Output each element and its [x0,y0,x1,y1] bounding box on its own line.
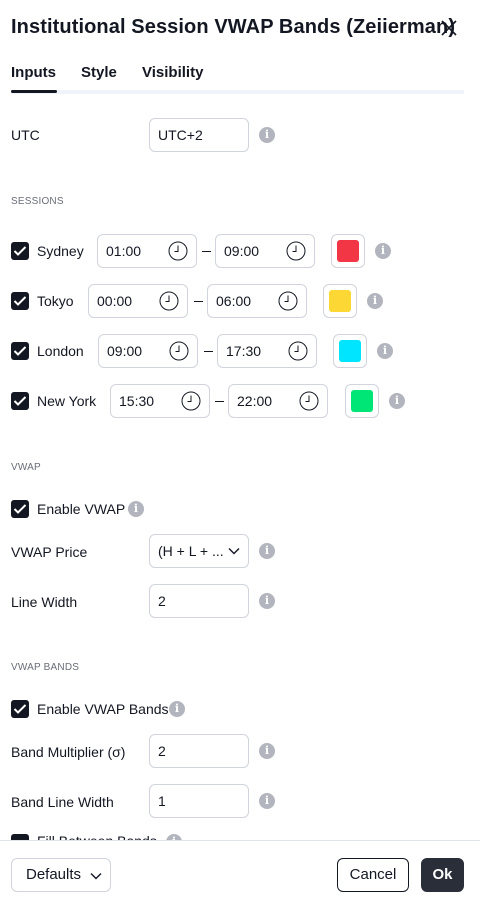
london-start-time[interactable]: 09:00 [98,334,198,368]
band-line-width-input[interactable]: 1 [149,784,249,818]
dialog-title: Institutional Session VWAP Bands (Zeiier… [11,16,456,38]
utc-input[interactable]: UTC+2 [149,118,249,152]
new-york-color-swatch [351,390,373,412]
clock-icon[interactable] [278,291,298,311]
checkmark-icon [13,346,27,356]
enable-vwap-bands-checkbox[interactable] [11,700,29,718]
tokyo-start-value: 00:00 [97,293,133,309]
sydney-end-value: 09:00 [224,243,260,259]
sessions-section-label: SESSIONS [11,196,64,207]
clock-icon[interactable] [168,241,188,261]
tab-inputs[interactable]: Inputs [11,64,57,93]
tab-visibility[interactable]: Visibility [142,64,203,81]
new-york-end-value: 22:00 [237,393,273,409]
tokyo-start-time[interactable]: 00:00 [88,284,188,318]
new-york-label: New York [37,393,97,409]
checkmark-icon [13,246,27,256]
sydney-start-value: 01:00 [106,243,142,259]
info-icon[interactable]: i [259,793,275,809]
sydney-label: Sydney [37,243,84,259]
new-york-color-picker[interactable] [345,384,379,418]
sydney-start-time[interactable]: 01:00 [97,234,197,268]
close-icon[interactable] [438,17,460,39]
clock-icon[interactable] [299,391,319,411]
vwap-price-label: VWAP Price [11,544,88,560]
new-york-start-value: 15:30 [119,393,155,409]
clock-icon[interactable] [169,341,189,361]
london-end-time[interactable]: 17:30 [217,334,317,368]
info-icon[interactable]: i [377,343,393,359]
tokyo-color-swatch [329,290,351,312]
london-end-value: 17:30 [226,343,262,359]
info-icon[interactable]: i [259,127,275,143]
defaults-label: Defaults [26,866,82,883]
vwap-price-value: (H + L + ... [158,543,224,559]
checkmark-icon [13,396,27,406]
tokyo-color-picker[interactable] [323,284,357,318]
info-icon[interactable]: i [259,593,275,609]
sydney-color-picker[interactable] [331,234,365,268]
tab-bar: Inputs Style Visibility [11,58,464,94]
info-icon[interactable]: i [259,743,275,759]
line-width-label: Line Width [11,594,78,610]
london-color-picker[interactable] [333,334,367,368]
new-york-start-time[interactable]: 15:30 [110,384,210,418]
time-range-separator [204,351,213,352]
london-label: London [37,343,84,359]
sydney-color-swatch [337,240,359,262]
defaults-button[interactable]: Defaults [11,858,111,892]
line-width-input[interactable]: 2 [149,584,249,618]
tokyo-label: Tokyo [37,293,74,309]
info-icon[interactable]: i [128,501,144,517]
cancel-button[interactable]: Cancel [337,858,409,892]
time-range-separator [215,401,224,402]
time-range-separator [202,251,211,252]
clock-icon[interactable] [286,241,306,261]
info-icon[interactable]: i [367,293,383,309]
time-range-separator [194,301,203,302]
clock-icon[interactable] [159,291,179,311]
info-icon[interactable]: i [389,393,405,409]
tokyo-checkbox[interactable] [11,292,29,310]
vwap-price-select[interactable]: (H + L + ... [149,534,249,568]
checkmark-icon [13,704,27,714]
chevron-down-icon [228,548,240,555]
tab-style[interactable]: Style [81,64,117,81]
enable-vwap-bands-label: Enable VWAP Bands [37,701,169,717]
info-icon[interactable]: i [375,243,391,259]
band-multiplier-input[interactable]: 2 [149,734,249,768]
vwap-section-label: VWAP [11,462,41,473]
clock-icon[interactable] [181,391,201,411]
dialog-footer: Defaults Cancel Ok [0,840,480,901]
utc-label: UTC [11,127,40,143]
london-start-value: 09:00 [107,343,143,359]
band-multiplier-label: Band Multiplier (σ) [11,744,126,760]
dialog-header: Institutional Session VWAP Bands (Zeiier… [0,0,480,58]
ok-button[interactable]: Ok [421,858,464,892]
new-york-checkbox[interactable] [11,392,29,410]
enable-vwap-checkbox[interactable] [11,500,29,518]
new-york-end-time[interactable]: 22:00 [228,384,328,418]
checkmark-icon [13,504,27,514]
chevron-down-icon [90,873,102,880]
london-checkbox[interactable] [11,342,29,360]
enable-vwap-label: Enable VWAP [37,501,126,517]
tokyo-end-value: 06:00 [216,293,252,309]
checkmark-icon [13,296,27,306]
clock-icon[interactable] [288,341,308,361]
london-color-swatch [339,340,361,362]
vwap-bands-section-label: VWAP BANDS [11,662,80,673]
sydney-end-time[interactable]: 09:00 [215,234,315,268]
tokyo-end-time[interactable]: 06:00 [207,284,307,318]
sydney-checkbox[interactable] [11,242,29,260]
info-icon[interactable]: i [259,543,275,559]
info-icon[interactable]: i [169,701,185,717]
band-line-width-label: Band Line Width [11,794,114,810]
